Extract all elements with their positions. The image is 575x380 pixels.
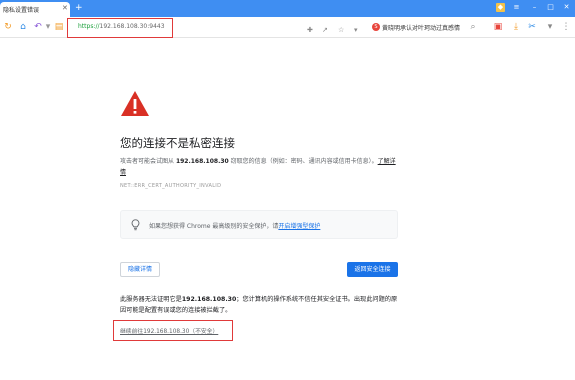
error-description: 攻击者可能会试图从 192.168.108.30 窃取您的信息（例如：密码、通讯… bbox=[120, 156, 398, 178]
history-icon[interactable]: ▾ bbox=[43, 22, 53, 32]
reload-icon[interactable]: ↻ bbox=[3, 22, 13, 32]
home-icon[interactable]: ⌂ bbox=[18, 22, 28, 32]
tab-strip: 隐私设置错误 ✕ + ◆ ≡ – □ ✕ bbox=[0, 0, 575, 17]
enhanced-protection-hint: 如果您想获得 Chrome 最高级别的安全保护，请开启增强型保护 bbox=[120, 210, 398, 239]
desc-suffix: 窃取您的信息（例如：密码、通讯内容或信用卡信息）。 bbox=[230, 158, 378, 165]
hint-prefix: 如果您想获得 Chrome 最高级别的安全保护，请 bbox=[149, 223, 279, 230]
page-title: 您的连接不是私密连接 bbox=[120, 136, 235, 150]
share-icon[interactable]: ↗ bbox=[322, 26, 328, 34]
bookmark-icon[interactable]: ▤ bbox=[54, 22, 64, 32]
apps-icon[interactable]: ⋮ bbox=[561, 22, 571, 32]
extension-icon[interactable]: ▣ bbox=[493, 22, 503, 32]
proceed-unsafe-link[interactable]: 继续前往192.168.108.30（不安全） bbox=[120, 326, 218, 335]
minimize-icon[interactable]: – bbox=[530, 3, 539, 12]
menu-icon[interactable]: ≡ bbox=[512, 3, 521, 12]
tab-title: 隐私设置错误 bbox=[3, 7, 40, 14]
dropdown-icon[interactable]: ▾ bbox=[354, 26, 358, 34]
browser-tab[interactable]: 隐私设置错误 ✕ bbox=[0, 2, 70, 17]
enhanced-protection-link[interactable]: 开启增强型保护 bbox=[278, 223, 320, 230]
warning-icon bbox=[121, 91, 149, 116]
desc-prefix: 攻击者可能会试图从 bbox=[120, 158, 175, 165]
maximize-icon[interactable]: □ bbox=[546, 3, 555, 12]
back-icon[interactable]: ↶ bbox=[33, 22, 43, 32]
more-icon[interactable]: ▾ bbox=[545, 22, 555, 32]
page-action-icons[interactable]: ✚ bbox=[307, 26, 313, 34]
close-window-icon[interactable]: ✕ bbox=[562, 3, 571, 12]
download-icon[interactable]: ⤓ bbox=[511, 22, 521, 32]
tools-icon[interactable]: ✂ bbox=[527, 22, 537, 32]
lightbulb-icon bbox=[131, 219, 140, 231]
search-icon[interactable]: ⌕ bbox=[468, 22, 478, 32]
details-text: 此服务器无法证明它是192.168.108.30；您计算机的操作系统不信任其安全… bbox=[120, 294, 398, 316]
close-tab-icon[interactable]: ✕ bbox=[62, 4, 68, 12]
search-input[interactable]: 黄晓明承认对叶珂动过真感情 bbox=[382, 23, 460, 32]
user-badge-icon[interactable]: ◆ bbox=[496, 3, 505, 12]
search-box[interactable]: S 黄晓明承认对叶珂动过真感情 bbox=[370, 21, 480, 34]
hide-details-button[interactable]: 隐藏详情 bbox=[120, 262, 160, 277]
browser-window: 隐私设置错误 ✕ + ◆ ≡ – □ ✕ ↻ ⌂ ↶ ▾ ▤ https://1… bbox=[0, 0, 575, 380]
desc-host: 192.168.108.30 bbox=[175, 158, 229, 165]
search-engine-icon: S bbox=[372, 23, 380, 31]
hint-text: 如果您想获得 Chrome 最高级别的安全保护，请开启增强型保护 bbox=[149, 221, 320, 230]
back-to-safety-button[interactable]: 返回安全连接 bbox=[347, 262, 398, 277]
address-highlight-box bbox=[67, 18, 173, 38]
error-code: NET::ERR_CERT_AUTHORITY_INVALID bbox=[120, 183, 222, 189]
details-host: 192.168.108.30 bbox=[181, 296, 237, 303]
new-tab-icon[interactable]: + bbox=[75, 3, 83, 13]
star-icon[interactable]: ☆ bbox=[338, 26, 344, 34]
details-prefix: 此服务器无法证明它是 bbox=[120, 296, 182, 303]
